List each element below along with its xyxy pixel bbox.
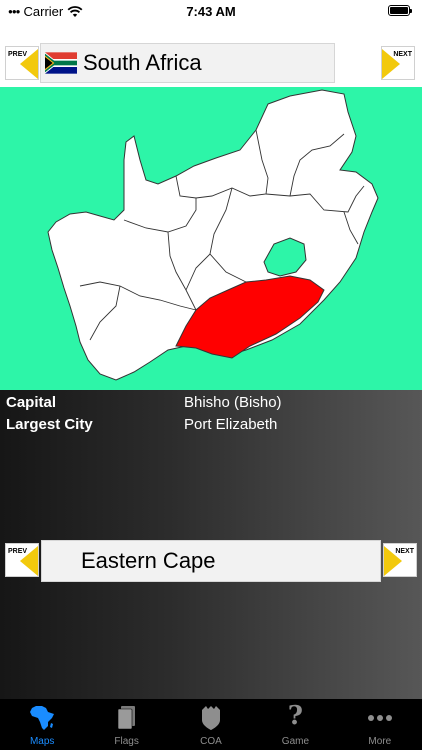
status-time: 7:43 AM xyxy=(186,4,236,19)
largest-city-label: Largest City xyxy=(6,416,93,433)
info-row-capital: Capital Bhisho (Bisho) xyxy=(0,394,422,416)
region-name: Eastern Cape xyxy=(81,548,216,573)
status-bar: ●●● Carrier 7:43 AM xyxy=(0,0,422,24)
tab-bar: Maps Flags COA ? Game More xyxy=(0,699,422,750)
shield-icon xyxy=(202,706,221,730)
tab-label: COA xyxy=(200,736,222,747)
more-icon xyxy=(367,715,392,721)
battery-icon xyxy=(388,5,412,16)
africa-icon xyxy=(30,706,55,730)
capital-label: Capital xyxy=(6,394,57,411)
flags-icon xyxy=(117,706,135,730)
info-row-largest-city: Largest City Port Elizabeth xyxy=(0,416,422,438)
map-area[interactable] xyxy=(0,87,422,390)
question-icon: ? xyxy=(287,701,304,731)
region-next-button[interactable]: NEXT xyxy=(383,543,417,577)
tab-label: More xyxy=(368,736,392,747)
tab-label: Game xyxy=(281,736,310,747)
capital-value: Bhisho (Bisho) xyxy=(184,394,282,411)
region-prev-button[interactable]: PREV xyxy=(5,543,39,577)
country-name: South Africa xyxy=(83,50,202,75)
right-arrow-icon xyxy=(382,49,400,79)
tab-label: Flags xyxy=(114,736,139,747)
left-arrow-icon xyxy=(20,546,38,576)
right-arrow-icon xyxy=(384,546,402,576)
largest-city-value: Port Elizabeth xyxy=(184,416,278,433)
country-next-button[interactable]: NEXT xyxy=(381,46,415,80)
country-title-box: South Africa xyxy=(40,43,335,83)
tab-label: Maps xyxy=(29,736,55,747)
left-arrow-icon xyxy=(20,49,38,79)
tab-game[interactable]: ? Game xyxy=(253,699,337,750)
region-title-box: Eastern Cape xyxy=(41,540,381,582)
tab-more[interactable]: More xyxy=(338,699,422,750)
south-africa-map[interactable] xyxy=(0,87,422,390)
south-africa-flag-icon xyxy=(45,52,77,74)
tab-flags[interactable]: Flags xyxy=(84,699,168,750)
country-prev-button[interactable]: PREV xyxy=(5,46,39,80)
tab-maps[interactable]: Maps xyxy=(0,699,84,750)
tab-coa[interactable]: COA xyxy=(169,699,253,750)
